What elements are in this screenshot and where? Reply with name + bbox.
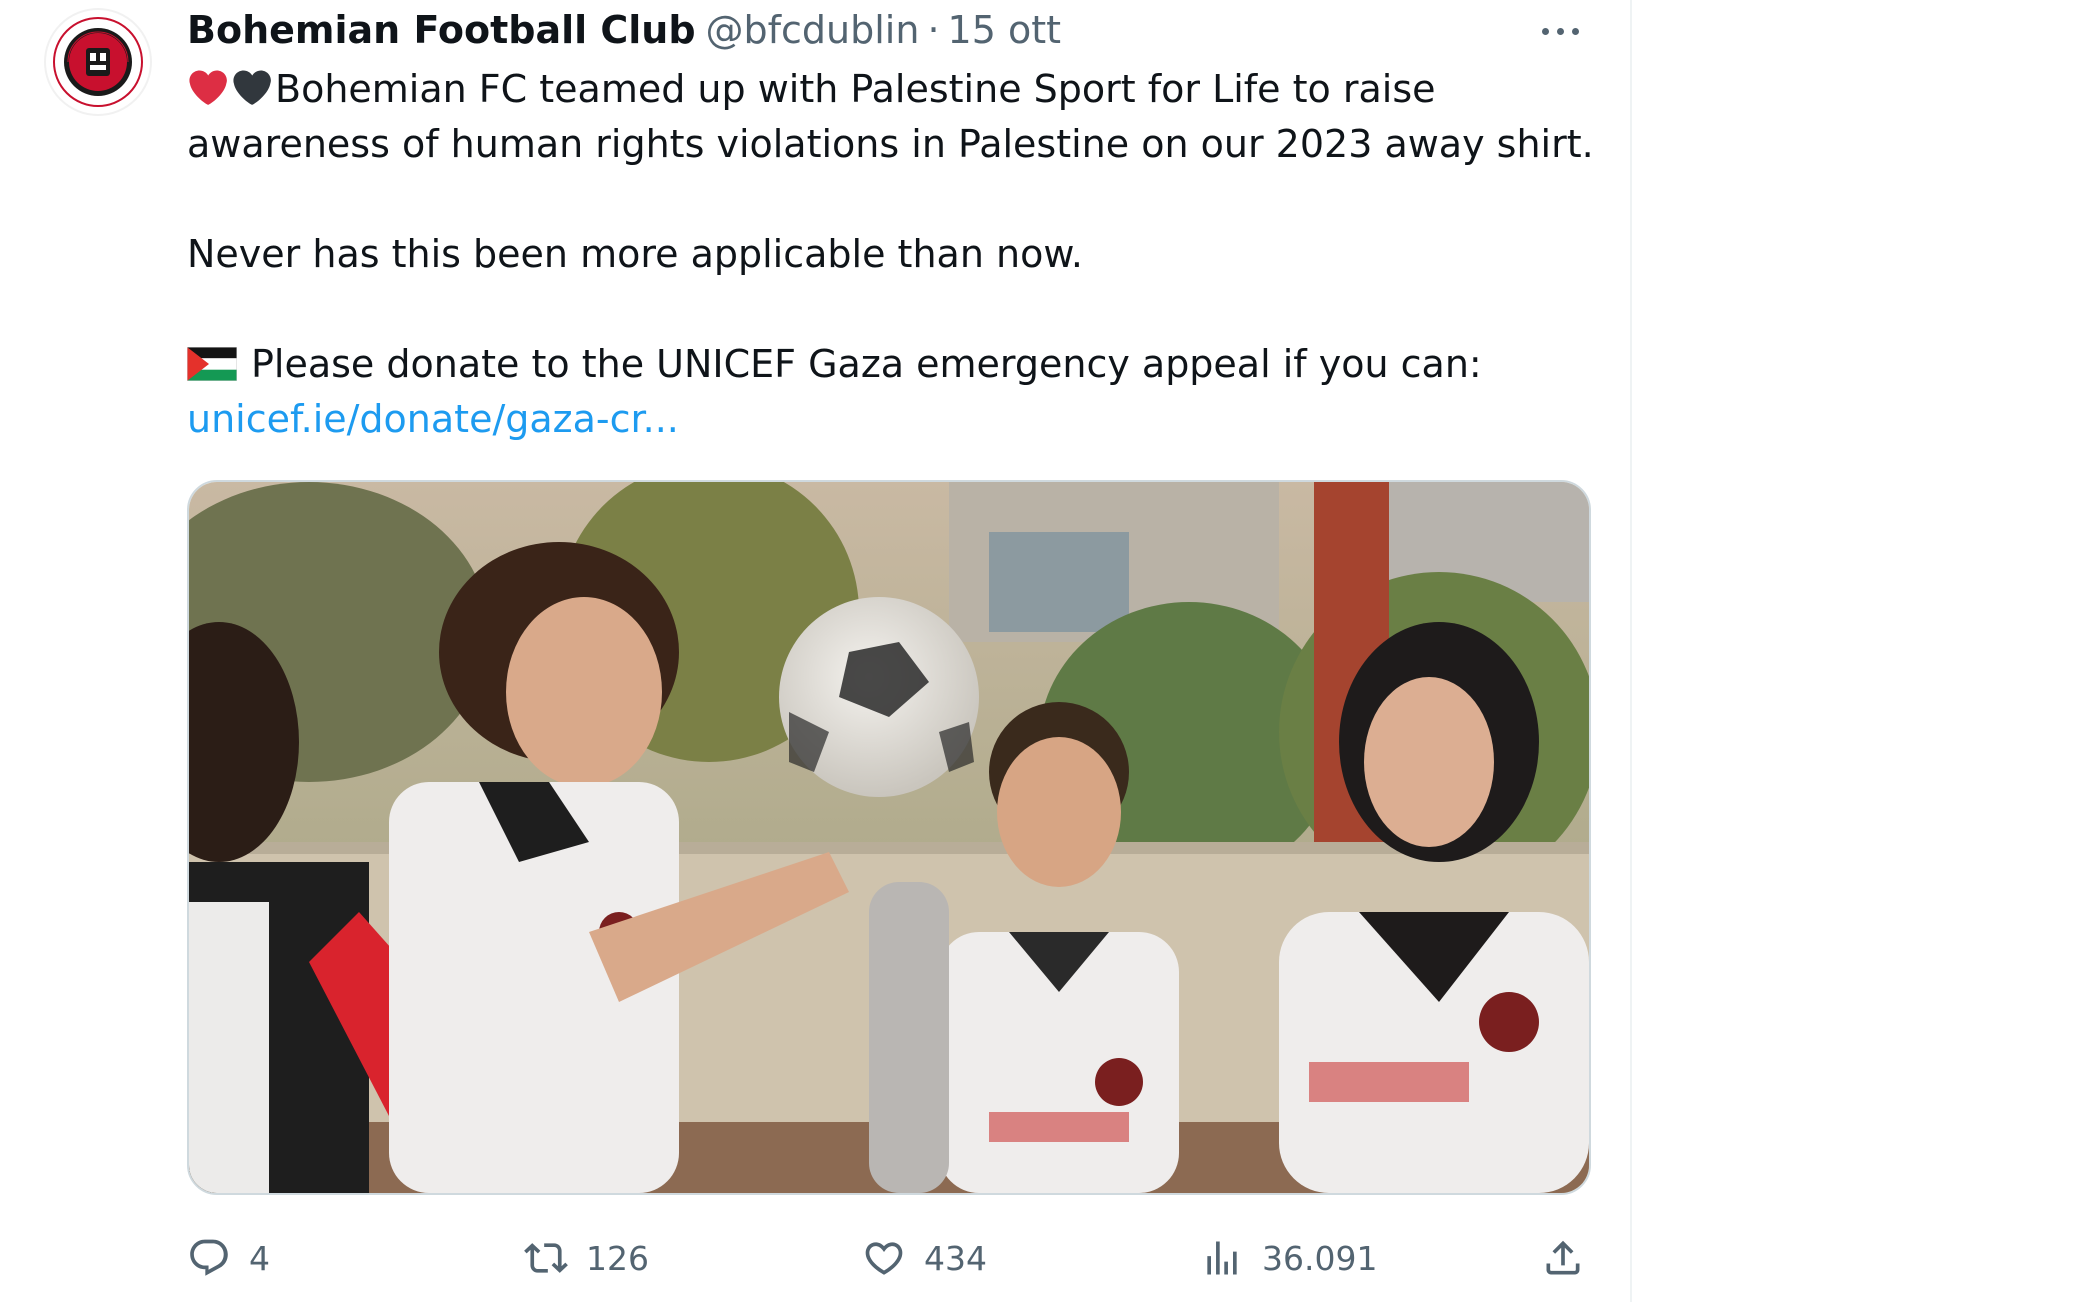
tweet-text-line-1: Bohemian FC teamed up with Palestine Spo… — [275, 67, 1436, 111]
tweet-text: Bohemian FC teamed up with Palestine Spo… — [187, 62, 1607, 447]
views-icon — [1207, 1241, 1237, 1275]
like-button[interactable]: 434 — [862, 1230, 987, 1286]
palestine-flag-icon — [187, 347, 237, 381]
donate-link[interactable]: unicef.ie/donate/gaza-cr... — [187, 397, 679, 441]
header-separator: · — [927, 8, 940, 52]
views-button[interactable]: 36.091 — [1200, 1230, 1377, 1286]
tweet-photo[interactable] — [187, 480, 1591, 1195]
tweet-actions: 4 126 434 36.091 — [187, 1230, 1607, 1286]
timeline-divider — [1630, 0, 1632, 1302]
like-icon — [865, 1242, 903, 1275]
red-heart-icon — [189, 70, 227, 105]
repost-icon — [524, 1243, 568, 1273]
tweet-card[interactable]: Bohemian Football Club @bfcdublin · 15 o… — [0, 0, 1630, 1302]
share-icon — [1546, 1240, 1580, 1275]
tweet-text-line-3: Never has this been more applicable than… — [187, 232, 1083, 276]
tweet-header: Bohemian Football Club @bfcdublin · 15 o… — [187, 4, 1061, 56]
tweet-text-line-4: Please donate to the UNICEF Gaza emergen… — [251, 342, 1482, 386]
tweet-text-line: Bohemian FC teamed up with Palestine Spo… — [187, 62, 1607, 117]
tweet-date[interactable]: 15 ott — [948, 8, 1061, 52]
author-display-name[interactable]: Bohemian Football Club — [187, 8, 696, 52]
tweet-text-line-2: awareness of human rights violations in … — [187, 122, 1594, 166]
reply-icon — [190, 1239, 228, 1276]
author-handle[interactable]: @bfcdublin — [706, 8, 920, 52]
reply-count: 4 — [249, 1238, 270, 1278]
reply-button[interactable]: 4 — [187, 1230, 270, 1286]
views-count: 36.091 — [1262, 1238, 1378, 1278]
share-button[interactable] — [1541, 1230, 1585, 1286]
repost-count: 126 — [586, 1238, 649, 1278]
more-icon[interactable] — [1536, 10, 1586, 50]
tweet-text-line: Please donate to the UNICEF Gaza emergen… — [187, 337, 1607, 392]
avatar[interactable] — [44, 8, 152, 116]
repost-button[interactable]: 126 — [524, 1230, 649, 1286]
black-heart-icon — [233, 70, 271, 105]
like-count: 434 — [924, 1238, 987, 1278]
